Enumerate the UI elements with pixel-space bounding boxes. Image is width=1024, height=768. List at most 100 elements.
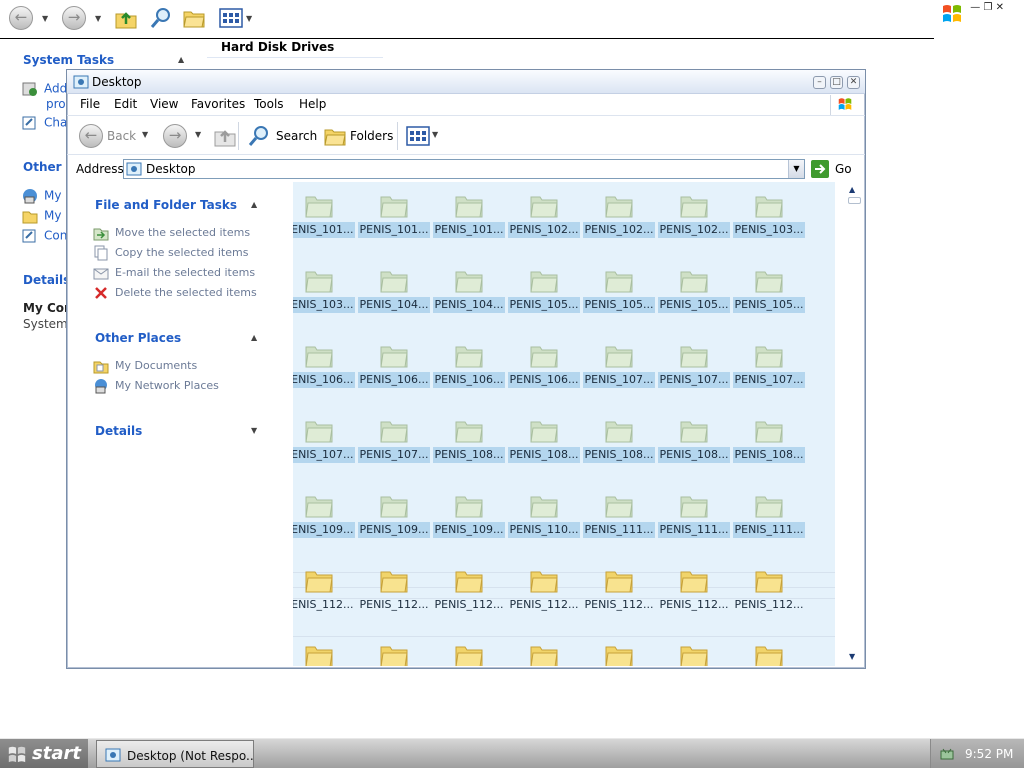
folder-item[interactable]: [733, 632, 805, 666]
expand-chevron-icon[interactable]: ▼: [251, 426, 257, 435]
folder-item[interactable]: PENIS_107...: [658, 332, 730, 392]
folder-item[interactable]: PENIS_105...: [733, 257, 805, 317]
task-email-items[interactable]: E-mail the selected items: [93, 265, 255, 281]
up-folder-icon[interactable]: [114, 6, 138, 30]
views-dropdown-icon[interactable]: ▼: [432, 130, 438, 139]
folder-item[interactable]: PENIS_112...: [733, 557, 805, 617]
back-dropdown-icon[interactable]: ▼: [142, 130, 148, 139]
back-dropdown-icon[interactable]: ▼: [42, 14, 48, 23]
task-copy-items[interactable]: Copy the selected items: [93, 245, 248, 261]
folder-item[interactable]: PENIS_112...: [358, 557, 430, 617]
folder-item[interactable]: PENIS_112...: [433, 557, 505, 617]
folder-item[interactable]: PENIS_109...: [358, 482, 430, 542]
folder-item[interactable]: [658, 632, 730, 666]
bg-system-tasks-heading[interactable]: System Tasks: [23, 53, 114, 67]
forward-icon[interactable]: →: [163, 124, 187, 148]
forward-arrow-icon[interactable]: →: [62, 6, 86, 30]
folder-item[interactable]: PENIS_111...: [733, 482, 805, 542]
collapse-chevron-icon[interactable]: ▲: [251, 333, 257, 342]
views-icon[interactable]: [406, 124, 430, 148]
folder-item[interactable]: PENIS_106...: [433, 332, 505, 392]
address-field[interactable]: Desktop ▼: [123, 159, 805, 179]
other-places-heading[interactable]: Other Places: [95, 331, 181, 345]
folder-item[interactable]: PENIS_109...: [293, 482, 355, 542]
back-icon[interactable]: ←: [79, 124, 103, 148]
folder-item[interactable]: PENIS_104...: [358, 257, 430, 317]
folders-icon[interactable]: [182, 6, 206, 30]
folder-item[interactable]: PENIS_105...: [508, 257, 580, 317]
folder-item[interactable]: [358, 632, 430, 666]
forward-dropdown-icon[interactable]: ▼: [95, 14, 101, 23]
folder-item[interactable]: PENIS_103...: [293, 257, 355, 317]
folder-item[interactable]: PENIS_112...: [583, 557, 655, 617]
search-button-label[interactable]: Search: [276, 129, 317, 143]
clock[interactable]: 9:52 PM: [965, 747, 1013, 761]
scroll-down-icon[interactable]: ▼: [849, 652, 855, 661]
folder-item[interactable]: PENIS_107...: [733, 332, 805, 392]
file-list-view[interactable]: PENIS_101...PENIS_101...PENIS_101...PENI…: [293, 182, 835, 666]
folder-item[interactable]: PENIS_101...: [293, 182, 355, 242]
up-folder-icon[interactable]: [213, 124, 237, 148]
folder-item[interactable]: [508, 632, 580, 666]
menu-edit[interactable]: Edit: [114, 97, 137, 111]
folder-item[interactable]: PENIS_108...: [433, 407, 505, 467]
folder-item[interactable]: PENIS_107...: [293, 407, 355, 467]
bg-system-item-change[interactable]: Cha: [22, 115, 67, 131]
task-move-items[interactable]: Move the selected items: [93, 225, 250, 241]
folder-item[interactable]: PENIS_111...: [583, 482, 655, 542]
folder-item[interactable]: PENIS_106...: [358, 332, 430, 392]
search-icon[interactable]: [149, 6, 173, 30]
folder-item[interactable]: PENIS_108...: [583, 407, 655, 467]
background-window-controls[interactable]: — ❐ ✕: [970, 2, 1004, 13]
folder-item[interactable]: PENIS_112...: [658, 557, 730, 617]
folder-item[interactable]: PENIS_102...: [508, 182, 580, 242]
folder-item[interactable]: PENIS_109...: [433, 482, 505, 542]
folder-item[interactable]: PENIS_103...: [733, 182, 805, 242]
menu-help[interactable]: Help: [299, 97, 326, 111]
address-dropdown-icon[interactable]: ▼: [788, 160, 804, 178]
menu-tools[interactable]: Tools: [254, 97, 284, 111]
menu-view[interactable]: View: [150, 97, 178, 111]
folder-item[interactable]: PENIS_102...: [658, 182, 730, 242]
taskbar-window-button[interactable]: Desktop (Not Respo...: [96, 740, 254, 768]
details-heading[interactable]: Details: [95, 424, 142, 438]
scroll-thumb[interactable]: [848, 197, 861, 204]
forward-dropdown-icon[interactable]: ▼: [195, 130, 201, 139]
views-icon[interactable]: [219, 6, 243, 30]
folder-item[interactable]: PENIS_105...: [583, 257, 655, 317]
place-my-documents[interactable]: My Documents: [93, 358, 197, 374]
maximize-button[interactable]: □: [830, 76, 843, 89]
folders-icon[interactable]: [323, 124, 347, 148]
vertical-scrollbar[interactable]: ▲ ▼: [845, 182, 863, 666]
scroll-up-icon[interactable]: ▲: [849, 185, 855, 194]
folder-item[interactable]: PENIS_107...: [583, 332, 655, 392]
folder-item[interactable]: PENIS_108...: [658, 407, 730, 467]
folder-item[interactable]: PENIS_112...: [293, 557, 355, 617]
close-button[interactable]: ✕: [847, 76, 860, 89]
place-my-network-places[interactable]: My Network Places: [93, 378, 219, 394]
search-icon[interactable]: [247, 124, 271, 148]
menu-file[interactable]: File: [80, 97, 100, 111]
folder-item[interactable]: PENIS_105...: [658, 257, 730, 317]
file-folder-tasks-heading[interactable]: File and Folder Tasks: [95, 198, 237, 212]
task-delete-items[interactable]: Delete the selected items: [93, 285, 257, 301]
folder-item[interactable]: PENIS_104...: [433, 257, 505, 317]
bg-details-heading[interactable]: Details: [23, 273, 70, 287]
menu-favorites[interactable]: Favorites: [191, 97, 245, 111]
folder-item[interactable]: PENIS_111...: [658, 482, 730, 542]
bg-other-item-control[interactable]: Con: [22, 228, 67, 244]
collapse-chevron-icon[interactable]: ▲: [251, 200, 257, 209]
minimize-button[interactable]: –: [813, 76, 826, 89]
folder-item[interactable]: [433, 632, 505, 666]
bg-collapse-icon[interactable]: ▲: [178, 55, 184, 64]
folder-item[interactable]: PENIS_108...: [733, 407, 805, 467]
title-bar[interactable]: Desktop – □ ✕: [67, 70, 865, 94]
bg-system-item-add[interactable]: Add: [22, 81, 67, 97]
go-button-label[interactable]: Go: [835, 162, 852, 176]
start-button[interactable]: start: [0, 739, 88, 768]
folder-item[interactable]: [293, 632, 355, 666]
views-dropdown-icon[interactable]: ▼: [246, 14, 252, 23]
folder-item[interactable]: [583, 632, 655, 666]
back-button-label[interactable]: Back: [107, 129, 136, 143]
bg-other-item-network[interactable]: My: [22, 188, 61, 204]
